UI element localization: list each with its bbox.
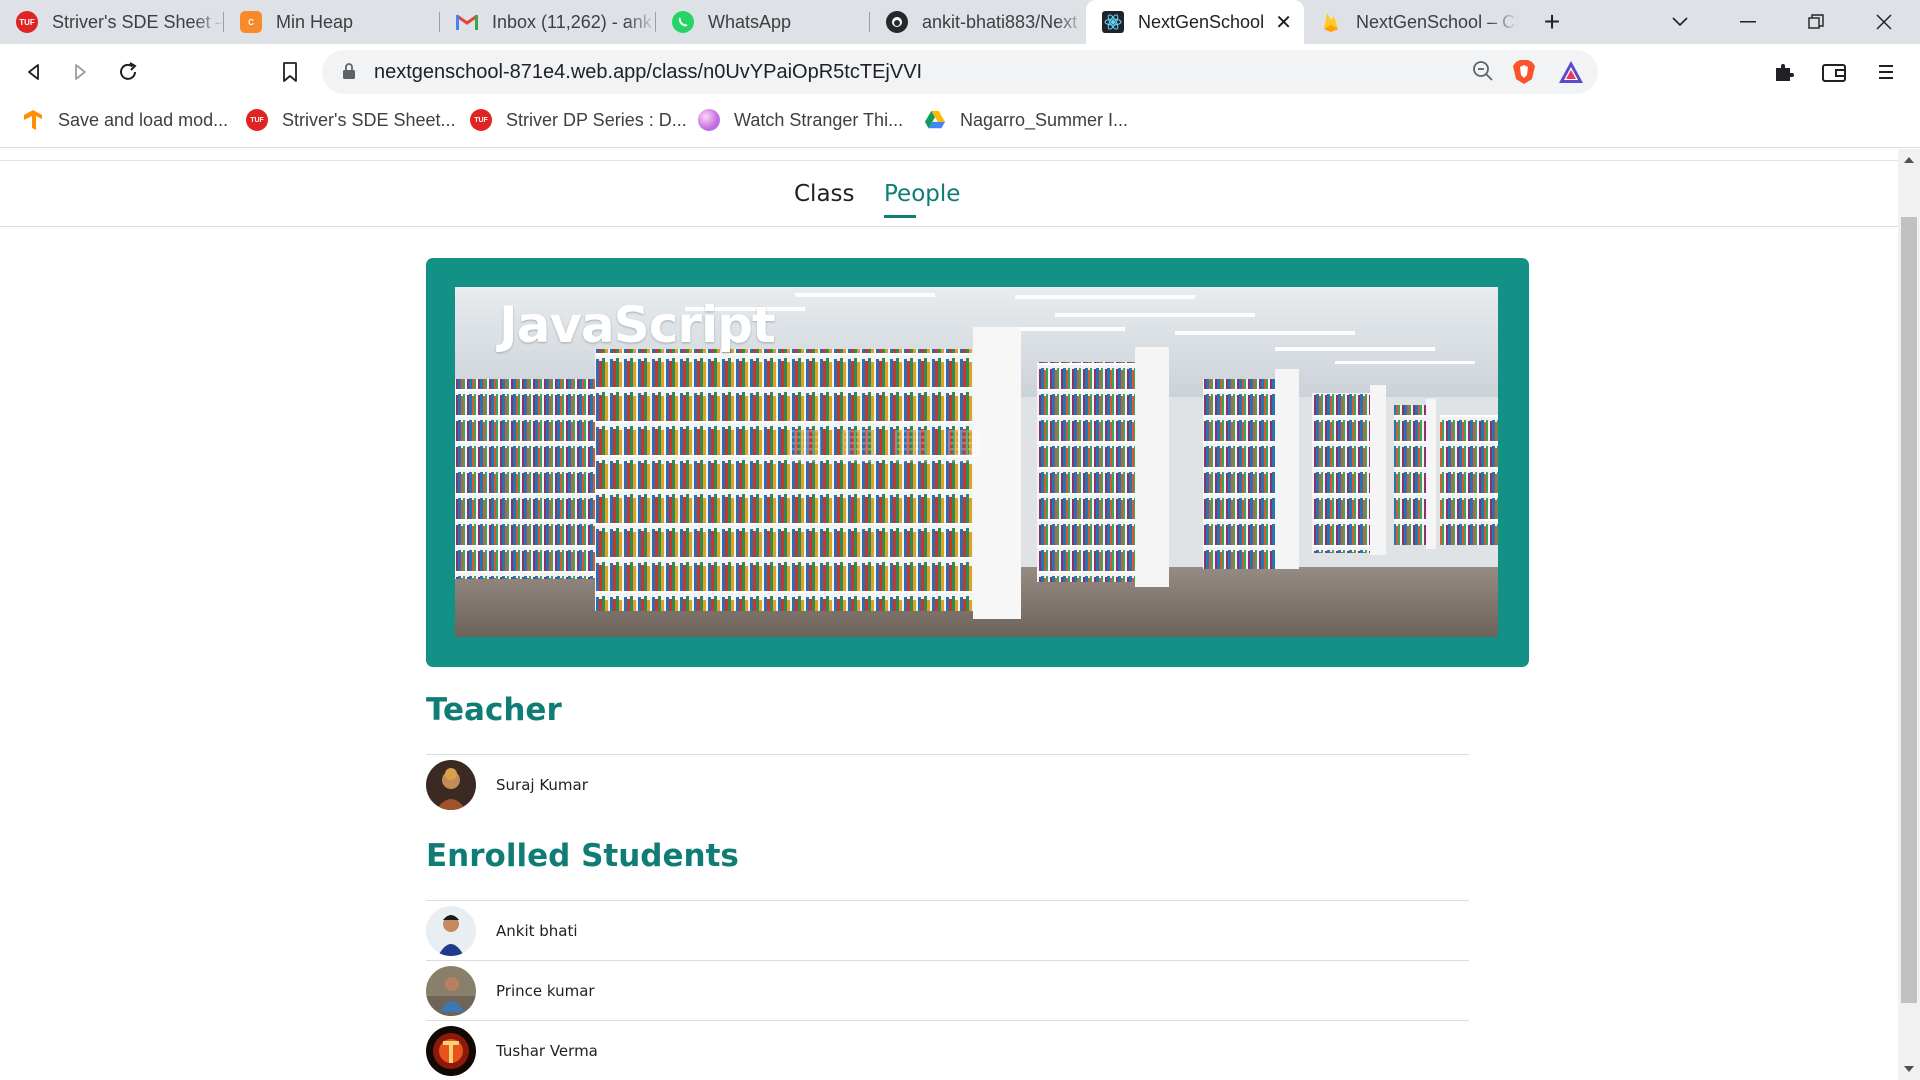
gradient-orb-icon bbox=[698, 109, 720, 131]
forward-button[interactable] bbox=[62, 54, 98, 90]
restore-window-icon[interactable] bbox=[1788, 0, 1844, 44]
bookmark-item[interactable]: Watch Stranger Thi... bbox=[698, 100, 903, 140]
new-tab-button[interactable]: + bbox=[1526, 0, 1578, 44]
close-window-icon[interactable] bbox=[1856, 0, 1912, 44]
gmail-icon bbox=[456, 11, 478, 33]
bookmark-item[interactable]: TUF Striver DP Series : D... bbox=[470, 100, 687, 140]
whatsapp-icon bbox=[672, 11, 694, 33]
extensions-icon[interactable] bbox=[1766, 54, 1802, 90]
reload-button[interactable] bbox=[110, 54, 146, 90]
tab-people[interactable]: People bbox=[884, 181, 961, 218]
close-tab-icon[interactable]: ✕ bbox=[1275, 10, 1292, 35]
student-avatar bbox=[426, 1026, 476, 1076]
teacher-avatar bbox=[426, 760, 476, 810]
brave-rewards-icon[interactable] bbox=[1558, 60, 1584, 84]
student-avatar bbox=[426, 906, 476, 956]
teacher-name: Suraj Kumar bbox=[496, 776, 588, 794]
wallet-icon[interactable] bbox=[1816, 54, 1852, 90]
student-name: Ankit bhati bbox=[496, 922, 578, 940]
student-avatar bbox=[426, 966, 476, 1016]
google-drive-icon bbox=[924, 109, 946, 131]
menu-icon[interactable] bbox=[1868, 54, 1904, 90]
page-viewport: Class People ▦ ▦ ▦ ▦ JavaScript Teacher … bbox=[0, 149, 1898, 1080]
browser-tab[interactable]: NextGenSchool – Cl bbox=[1304, 0, 1518, 44]
tab-class[interactable]: Class bbox=[794, 181, 855, 207]
brave-shields-icon[interactable] bbox=[1512, 59, 1536, 85]
active-tab-underline bbox=[884, 215, 916, 218]
tensorflow-icon bbox=[22, 109, 44, 131]
student-row: Ankit bhati bbox=[426, 901, 1469, 961]
browser-tab[interactable]: C Min Heap bbox=[224, 0, 440, 44]
address-bar[interactable]: nextgenschool-871e4.web.app/class/n0UvYP… bbox=[322, 50, 1598, 94]
bookmark-page-icon[interactable] bbox=[272, 54, 308, 90]
scroll-down-arrow-icon[interactable] bbox=[1904, 1066, 1914, 1072]
student-row: Prince kumar bbox=[426, 961, 1469, 1021]
browser-tab[interactable]: TUF Striver's SDE Sheet – bbox=[0, 0, 224, 44]
browser-tab-active[interactable]: NextGenSchool ✕ bbox=[1086, 0, 1304, 44]
class-name-title: JavaScript bbox=[499, 296, 776, 354]
tuf-icon: TUF bbox=[16, 11, 38, 33]
firebase-icon bbox=[1320, 11, 1342, 33]
student-name: Tushar Verma bbox=[496, 1042, 598, 1060]
zoom-icon[interactable] bbox=[1472, 60, 1494, 88]
class-banner: ▦ ▦ ▦ ▦ JavaScript bbox=[426, 258, 1529, 667]
browser-tab[interactable]: WhatsApp bbox=[656, 0, 870, 44]
scroll-up-arrow-icon[interactable] bbox=[1904, 157, 1914, 163]
codestudio-icon: C bbox=[240, 11, 262, 33]
tab-search-chevron-icon[interactable] bbox=[1652, 0, 1708, 44]
minimize-window-icon[interactable] bbox=[1720, 0, 1776, 44]
browser-toolbar: nextgenschool-871e4.web.app/class/n0UvYP… bbox=[0, 44, 1920, 100]
back-button[interactable] bbox=[16, 54, 52, 90]
teacher-row: Suraj Kumar bbox=[426, 755, 1469, 815]
students-heading: Enrolled Students bbox=[426, 838, 739, 874]
student-name: Prince kumar bbox=[496, 982, 595, 1000]
react-icon bbox=[1102, 11, 1124, 33]
url-text: nextgenschool-871e4.web.app/class/n0UvYP… bbox=[374, 61, 923, 83]
scrollbar-thumb[interactable] bbox=[1901, 217, 1917, 1003]
bookmark-item[interactable]: TUF Striver's SDE Sheet... bbox=[246, 100, 456, 140]
tab-people-label: People bbox=[884, 181, 961, 207]
lock-icon bbox=[343, 63, 355, 79]
tuf-icon: TUF bbox=[470, 109, 492, 131]
bookmarks-bar: Save and load mod... TUF Striver's SDE S… bbox=[0, 100, 1920, 148]
teacher-heading: Teacher bbox=[426, 692, 562, 728]
browser-tab[interactable]: Inbox (11,262) - ank bbox=[440, 0, 656, 44]
browser-tab-strip: TUF Striver's SDE Sheet – C Min Heap Inb… bbox=[0, 0, 1920, 44]
bookmark-item[interactable]: Save and load mod... bbox=[22, 100, 228, 140]
bookmark-item[interactable]: Nagarro_Summer I... bbox=[924, 100, 1128, 140]
page-scrollbar[interactable] bbox=[1898, 149, 1920, 1080]
svg-text:▦ ▦ ▦ ▦: ▦ ▦ ▦ ▦ bbox=[785, 418, 984, 467]
browser-tab[interactable]: ankit-bhati883/Next bbox=[870, 0, 1086, 44]
tuf-icon: TUF bbox=[246, 109, 268, 131]
github-icon bbox=[886, 11, 908, 33]
class-tabs-bar: Class People bbox=[0, 161, 1898, 227]
student-row: Tushar Verma bbox=[426, 1021, 1469, 1080]
